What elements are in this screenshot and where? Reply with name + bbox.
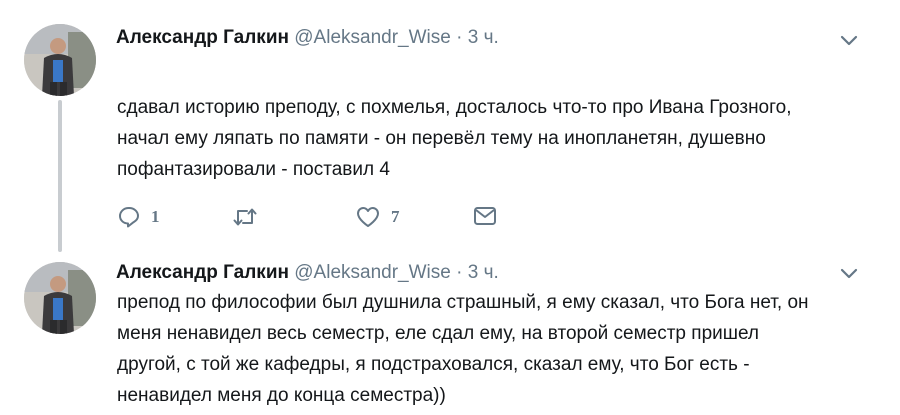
author-handle[interactable]: @Aleksandr_Wise — [294, 27, 451, 48]
tweet-text: сдавал историю преподу, с похмелья, дост… — [117, 92, 791, 185]
tweet-header: Александр Галкин @Aleksandr_Wise · 3 ч. — [116, 27, 499, 49]
avatar[interactable] — [24, 262, 96, 334]
chevron-down-icon[interactable] — [838, 263, 860, 285]
tweet-text-line: пофантазировали - поставил 4 — [117, 159, 390, 180]
avatar[interactable] — [24, 24, 96, 96]
author-name[interactable]: Александр Галкин — [116, 27, 289, 48]
timestamp[interactable]: 3 ч. — [468, 262, 499, 283]
envelope-icon — [474, 207, 496, 225]
tweet-text: препод по философии был душнила страшный… — [117, 287, 809, 411]
tweet-text-line: сдавал историю преподу, с похмелья, дост… — [117, 97, 792, 118]
separator-dot: · — [456, 262, 463, 283]
chevron-down-icon[interactable] — [838, 30, 860, 52]
author-name[interactable]: Александр Галкин — [116, 262, 289, 283]
separator-dot: · — [456, 27, 463, 48]
timestamp[interactable]: 3 ч. — [468, 27, 499, 48]
like-count: 7 — [391, 207, 400, 226]
direct-message-button[interactable] — [473, 205, 497, 227]
tweet-text-line: меня ненавидел весь семестр, еле сдал ем… — [117, 323, 760, 344]
tweet-text-line: начал ему ляпать по памяти - он перевёл … — [117, 128, 766, 149]
retweet-button[interactable] — [232, 205, 258, 229]
reply-icon — [119, 207, 139, 228]
like-button[interactable]: 7 — [355, 205, 400, 229]
avatar-photo — [24, 24, 96, 96]
tweet-2: Александр Галкин @Aleksandr_Wise · 3 ч. … — [0, 255, 900, 415]
tweet-text-line: ненавидел меня до конца семестра)) — [117, 385, 446, 406]
retweet-icon — [233, 208, 257, 226]
avatar-photo — [24, 262, 96, 334]
reply-button[interactable]: 1 — [117, 205, 160, 229]
tweet-header: Александр Галкин @Aleksandr_Wise · 3 ч. — [116, 262, 499, 284]
heart-icon — [357, 207, 379, 227]
reply-count: 1 — [151, 207, 160, 226]
tweet-text-line: другой, с той же кафедры, я подстраховал… — [117, 354, 750, 375]
tweet-text-line: препод по философии был душнила страшный… — [117, 292, 809, 313]
tweet-1: Александр Галкин @Aleksandr_Wise · 3 ч. … — [0, 0, 900, 255]
author-handle[interactable]: @Aleksandr_Wise — [294, 262, 451, 283]
